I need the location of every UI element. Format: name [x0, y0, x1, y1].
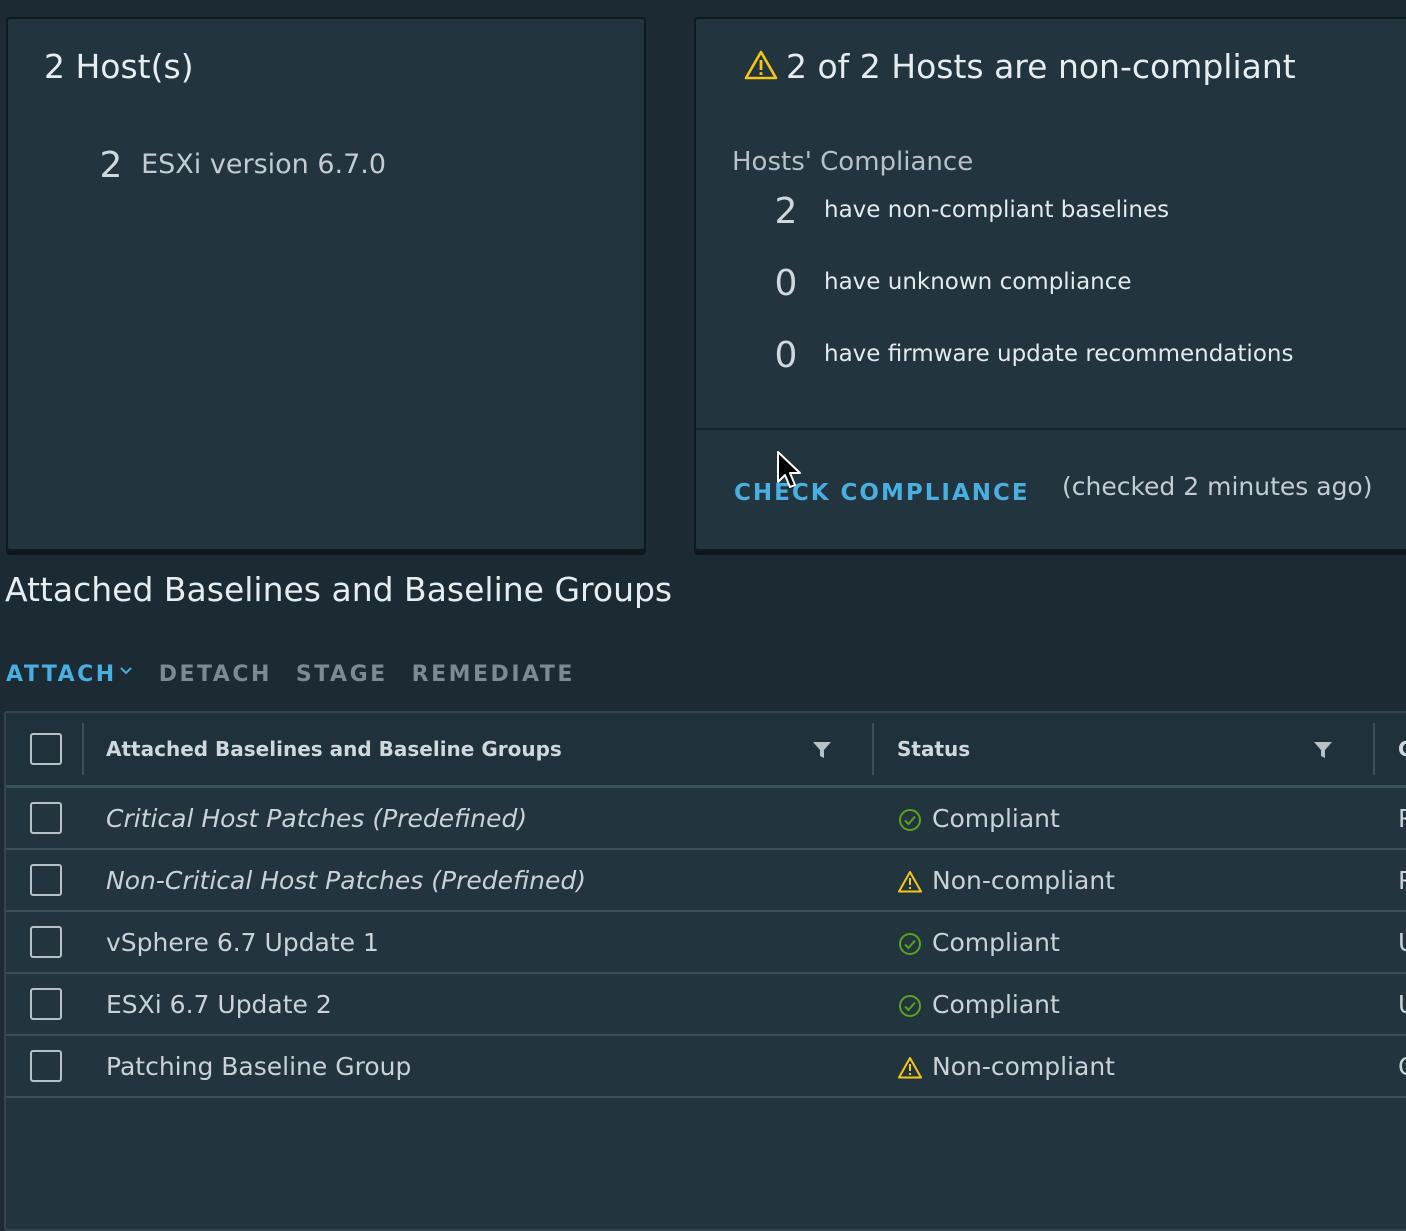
baseline-name: Critical Host Patches (Predefined) [106, 804, 528, 833]
esxi-version-label: ESXi version 6.7.0 [141, 149, 387, 180]
status-cell: Non-compliant [898, 850, 1115, 912]
esxi-version-row: 2 ESXi version 6.7.0 [86, 145, 387, 186]
last-checked-text: (checked 2 minutes ago) [1062, 472, 1373, 501]
unknown-count: 0 [774, 263, 798, 304]
baseline-toolbar: ATTACH DETACH STAGE REMEDIATE [6, 662, 599, 687]
section-title: Attached Baselines and Baseline Groups [5, 570, 673, 609]
firmware-count: 0 [774, 335, 798, 376]
next-column-cell: P [1398, 866, 1406, 895]
status-cell: Compliant [898, 974, 1060, 1036]
attach-button[interactable]: ATTACH [6, 662, 133, 687]
baseline-name: ESXi 6.7 Update 2 [106, 990, 332, 1019]
esxi-version-count: 2 [99, 145, 123, 186]
row-checkbox[interactable] [30, 864, 62, 896]
baseline-name: Patching Baseline Group [106, 1052, 412, 1081]
chevron-down-icon [120, 667, 132, 675]
compliance-title-text: 2 of 2 Hosts are non-compliant [786, 47, 1296, 86]
check-compliance-button[interactable]: CHECK COMPLIANCE [734, 480, 1030, 506]
status-label: Compliant [932, 804, 1060, 833]
check-circle-icon [899, 809, 921, 831]
hosts-compliance-heading: Hosts' Compliance [732, 147, 974, 177]
compliance-row-firmware: 0 have firmware update recommendations [766, 335, 1294, 376]
noncompliant-count: 2 [774, 191, 798, 232]
row-checkbox[interactable] [30, 988, 62, 1020]
status-label: Compliant [932, 990, 1060, 1019]
row-checkbox[interactable] [30, 926, 62, 958]
table-row[interactable]: Critical Host Patches (Predefined) Compl… [6, 788, 1406, 850]
table-row[interactable]: Patching Baseline Group Non-compliant C [6, 1036, 1406, 1098]
hosts-count-title: 2 Host(s) [44, 47, 194, 86]
status-label: Non-compliant [932, 866, 1115, 895]
column-header-status[interactable]: Status [897, 713, 970, 785]
select-all-checkbox[interactable] [30, 733, 62, 765]
filter-icon[interactable] [812, 741, 832, 759]
column-header-next[interactable]: C [1398, 713, 1406, 785]
status-cell: Compliant [898, 788, 1060, 850]
row-checkbox[interactable] [30, 1050, 62, 1082]
row-checkbox[interactable] [30, 802, 62, 834]
column-separator [1373, 723, 1375, 775]
column-separator [872, 723, 874, 775]
table-row[interactable]: ESXi 6.7 Update 2 Compliant U [6, 974, 1406, 1036]
remediate-button[interactable]: REMEDIATE [412, 662, 575, 687]
table-row[interactable]: Non-Critical Host Patches (Predefined) N… [6, 850, 1406, 912]
baseline-name: Non-Critical Host Patches (Predefined) [106, 866, 586, 895]
next-column-cell: P [1398, 804, 1406, 833]
check-circle-icon [899, 933, 921, 955]
next-column-cell: U [1398, 912, 1406, 974]
status-label: Compliant [932, 928, 1060, 957]
detach-button[interactable]: DETACH [159, 662, 272, 687]
noncompliant-label: have non-compliant baselines [824, 197, 1170, 223]
warning-icon [744, 50, 778, 80]
next-column-cell: U [1398, 974, 1406, 1036]
warning-icon [898, 871, 922, 893]
filter-icon[interactable] [1313, 741, 1333, 759]
status-cell: Non-compliant [898, 1036, 1115, 1098]
grid-header: Attached Baselines and Baseline Groups S… [6, 713, 1406, 788]
table-row[interactable]: vSphere 6.7 Update 1 Compliant U [6, 912, 1406, 974]
baselines-grid: Attached Baselines and Baseline Groups S… [4, 711, 1406, 1231]
attach-label: ATTACH [6, 662, 117, 687]
hosts-summary-card: 2 Host(s) 2 ESXi version 6.7.0 [6, 17, 646, 551]
next-column-cell: C [1398, 1036, 1406, 1098]
column-separator [82, 723, 84, 775]
compliance-row-noncompliant: 2 have non-compliant baselines [766, 191, 1170, 232]
status-label: Non-compliant [932, 1052, 1115, 1081]
warning-icon [898, 1057, 922, 1079]
status-cell: Compliant [898, 912, 1060, 974]
compliance-row-unknown: 0 have unknown compliance [766, 263, 1132, 304]
column-header-name[interactable]: Attached Baselines and Baseline Groups [106, 713, 562, 785]
unknown-label: have unknown compliance [824, 269, 1132, 295]
firmware-label: have firmware update recommendations [824, 341, 1294, 367]
compliance-title: 2 of 2 Hosts are non-compliant [744, 47, 1296, 86]
compliance-card-footer: CHECK COMPLIANCE (checked 2 minutes ago) [696, 428, 1406, 549]
stage-button[interactable]: STAGE [296, 662, 388, 687]
check-circle-icon [899, 995, 921, 1017]
baseline-name: vSphere 6.7 Update 1 [106, 928, 379, 957]
compliance-summary-card: 2 of 2 Hosts are non-compliant Hosts' Co… [694, 17, 1406, 551]
